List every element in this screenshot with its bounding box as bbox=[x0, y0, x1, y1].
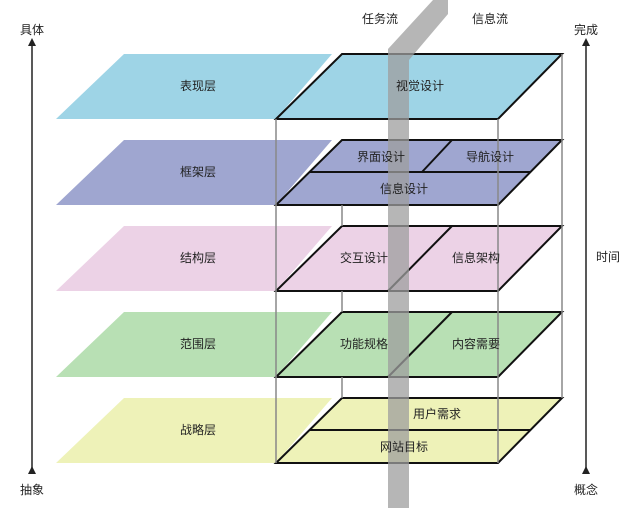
element-user-needs: 用户需求 bbox=[413, 406, 461, 421]
layer-name-surface: 表现层 bbox=[180, 79, 216, 93]
element-visual-design: 视觉设计 bbox=[396, 78, 444, 93]
label-abstract: 抽象 bbox=[20, 483, 44, 497]
layer-name-skeleton: 框架层 bbox=[180, 165, 216, 179]
element-information-design: 信息设计 bbox=[380, 181, 428, 196]
five-planes-diagram: 具体 抽象 完成 概念 时间 任务流 信息流 表现层 框架层 结构层 范围层 战… bbox=[20, 0, 620, 508]
element-information-architecture: 信息架构 bbox=[452, 250, 500, 265]
layer-name-strategy: 战略层 bbox=[180, 422, 216, 437]
element-interface-design: 界面设计 bbox=[357, 150, 405, 164]
label-task-flow: 任务流 bbox=[362, 11, 398, 26]
element-functional-specs: 功能规格 bbox=[340, 336, 388, 351]
layer-name-structure: 结构层 bbox=[180, 250, 216, 265]
label-time: 时间 bbox=[596, 250, 620, 264]
label-info-flow: 信息流 bbox=[472, 11, 508, 26]
element-content-requirements: 内容需要 bbox=[452, 336, 500, 351]
element-site-objectives: 网站目标 bbox=[380, 440, 428, 454]
element-interaction-design: 交互设计 bbox=[340, 250, 388, 265]
element-navigation-design: 导航设计 bbox=[466, 149, 514, 164]
layer-name-scope: 范围层 bbox=[180, 337, 216, 351]
label-concrete: 具体 bbox=[20, 23, 44, 37]
label-concept: 概念 bbox=[574, 482, 598, 497]
label-complete: 完成 bbox=[574, 22, 598, 37]
